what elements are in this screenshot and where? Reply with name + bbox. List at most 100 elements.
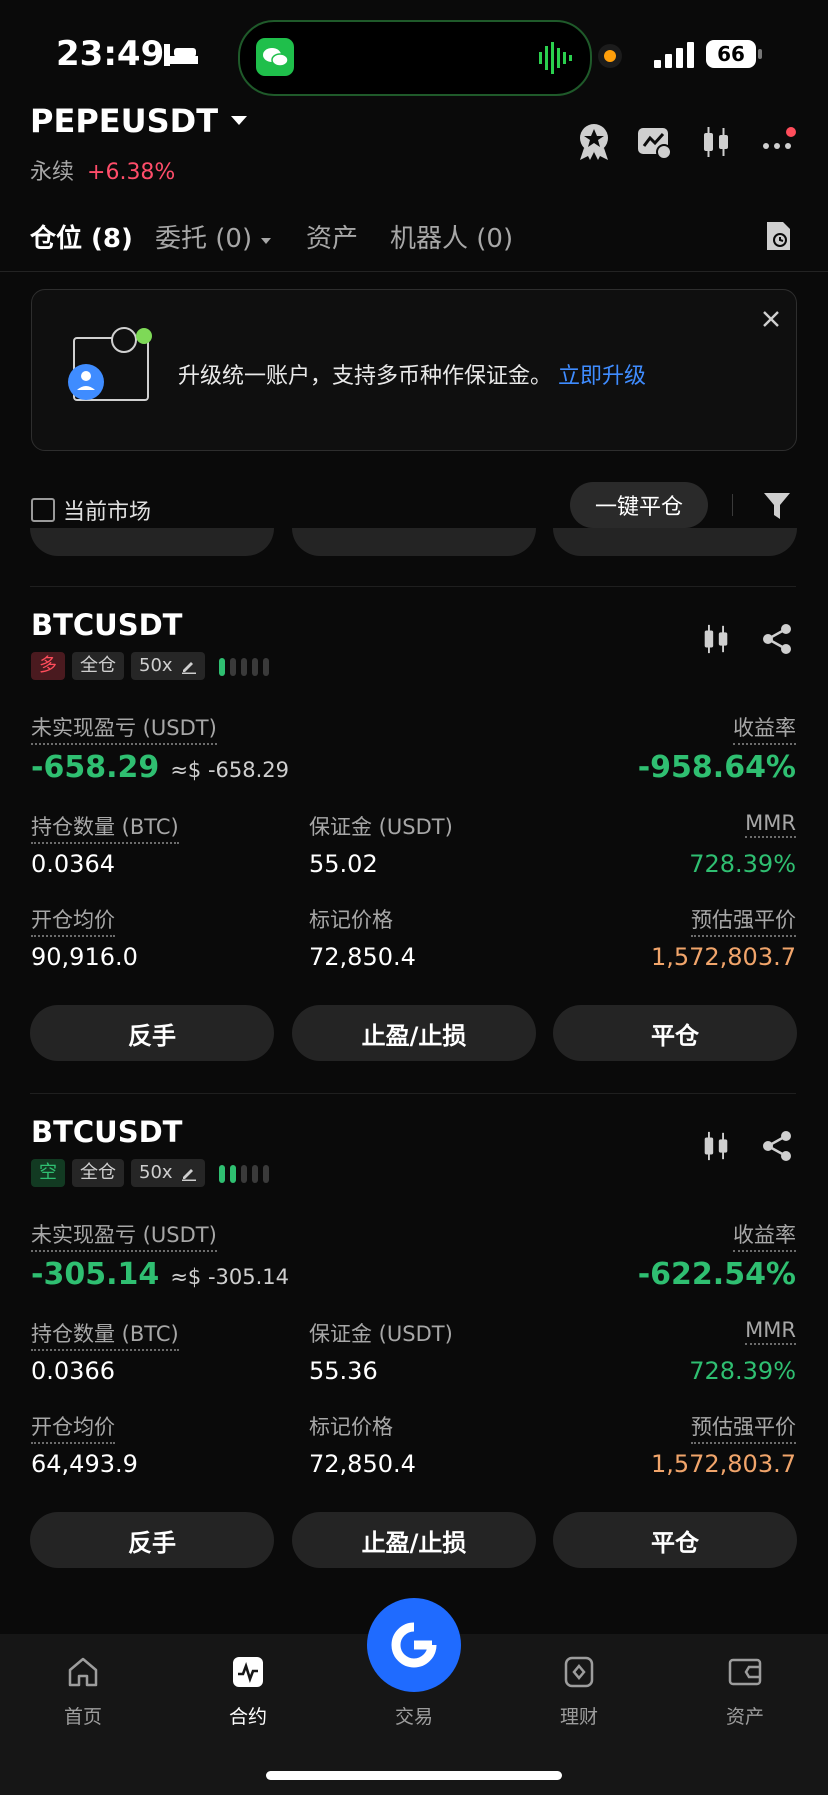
risk-bar (262, 658, 269, 676)
unrealized-pnl-label[interactable]: 未实现盈亏 (USDT) (31, 712, 217, 745)
liq-price-label[interactable]: 预估强平价 (691, 904, 796, 937)
edit-icon (181, 662, 196, 674)
battery-level: 66 (717, 42, 745, 66)
account-upgrade-icon (66, 324, 162, 418)
tp-sl-label: 止盈/止损 (361, 1528, 467, 1557)
previous-card-reverse-button[interactable] (30, 528, 274, 556)
nav-assets[interactable]: 资产 (675, 1650, 815, 1729)
upgrade-banner: 升级统一账户，支持多币种作保证金。 立即升级 (31, 289, 797, 451)
position-card: BTCUSDT 多 全仓 50x 未实现盈亏 (USDT) -658.29 ≈$… (0, 600, 828, 1080)
filter-icon[interactable] (760, 488, 794, 524)
leverage-badge[interactable]: 50x (131, 652, 205, 680)
symbol-title: PEPEUSDT (30, 102, 219, 140)
risk-bar (229, 1165, 236, 1183)
previous-card-tpsl-button[interactable] (292, 528, 536, 556)
mmr-label[interactable]: MMR (745, 1318, 796, 1345)
nav-label: 交易 (394, 1706, 433, 1728)
pnl-usd-value: ≈$ -305.14 (170, 1265, 290, 1289)
share-icon[interactable] (758, 620, 796, 658)
tab-assets[interactable]: 资产 (306, 218, 358, 255)
home-indicator (266, 1771, 562, 1780)
margin-mode-badge: 全仓 (72, 652, 124, 680)
mmr-value: 728.39% (689, 850, 796, 878)
leverage-value: 50x (139, 655, 173, 676)
pnl-value: -305.14 (31, 1257, 160, 1292)
tp-sl-label: 止盈/止损 (361, 1021, 467, 1050)
more-icon[interactable] (756, 120, 800, 164)
quantity-value: 0.0364 (31, 850, 115, 878)
edit-icon (181, 1169, 196, 1181)
pnl-usd-value: ≈$ -658.29 (170, 758, 290, 782)
leverage-value: 50x (139, 1162, 173, 1183)
mmr-value: 728.39% (689, 1357, 796, 1385)
current-market-filter[interactable]: 当前市场 (31, 494, 151, 526)
roe-label[interactable]: 收益率 (733, 712, 796, 745)
tab-label: 机器人 (0) (390, 224, 514, 254)
position-symbol: BTCUSDT (31, 608, 183, 642)
reverse-button[interactable]: 反手 (30, 1005, 274, 1061)
checkbox[interactable] (31, 498, 55, 522)
card-divider (30, 586, 796, 587)
chevron-down-icon (230, 112, 248, 131)
upgrade-link[interactable]: 立即升级 (558, 364, 646, 389)
contract-type: 永续 (30, 160, 75, 185)
history-record-icon[interactable] (760, 216, 796, 256)
risk-meter (218, 656, 274, 676)
banner-message: 升级统一账户，支持多币种作保证金。 立即升级 (178, 358, 646, 390)
price-change: +6.38% (87, 160, 176, 185)
previous-card-close-button[interactable] (553, 528, 797, 556)
cellular-signal-icon (654, 42, 696, 72)
candlestick-icon[interactable] (694, 120, 738, 164)
nav-trade[interactable]: 交易 (344, 1650, 484, 1729)
tabs-divider (0, 271, 828, 272)
risk-bar (251, 658, 258, 676)
tab-bots[interactable]: 机器人 (0) (390, 218, 513, 255)
current-market-label: 当前市场 (63, 500, 152, 525)
nav-home[interactable]: 首页 (13, 1650, 153, 1729)
tp-sl-button[interactable]: 止盈/止损 (292, 1005, 536, 1061)
roe-label[interactable]: 收益率 (733, 1219, 796, 1252)
mmr-label[interactable]: MMR (745, 811, 796, 838)
reverse-button[interactable]: 反手 (30, 1512, 274, 1568)
liq-price-value: 1,572,803.7 (650, 943, 796, 971)
home-icon (13, 1650, 153, 1694)
margin-label: 保证金 (USDT) (309, 815, 453, 839)
tab-positions[interactable]: 仓位 (8) (30, 218, 133, 255)
entry-price-value: 90,916.0 (31, 943, 138, 971)
position-card: BTCUSDT 空 全仓 50x 未实现盈亏 (USDT) -305.14 ≈$… (0, 1107, 828, 1587)
quantity-label[interactable]: 持仓数量 (BTC) (31, 1318, 179, 1351)
close-position-button[interactable]: 平仓 (553, 1512, 797, 1568)
unrealized-pnl: -305.14 ≈$ -305.14 (31, 1257, 289, 1292)
quantity-label[interactable]: 持仓数量 (BTC) (31, 811, 179, 844)
tab-label: 委托 (0) (155, 224, 253, 254)
reverse-label: 反手 (128, 1528, 176, 1557)
chart-calc-icon[interactable] (632, 120, 676, 164)
symbol-selector[interactable]: PEPEUSDT (30, 102, 248, 140)
futures-icon (178, 1650, 318, 1694)
risk-bar (240, 658, 247, 676)
mark-price-label: 标记价格 (309, 1415, 393, 1439)
liq-price-label[interactable]: 预估强平价 (691, 1411, 796, 1444)
quantity-value: 0.0366 (31, 1357, 115, 1385)
mark-price-value: 72,850.4 (309, 943, 416, 971)
share-icon[interactable] (758, 1127, 796, 1165)
close-position-button[interactable]: 平仓 (553, 1005, 797, 1061)
wechat-icon (256, 38, 294, 76)
entry-price-label[interactable]: 开仓均价 (31, 904, 115, 937)
close-icon[interactable] (756, 304, 786, 334)
close-all-label: 一键平仓 (594, 495, 683, 520)
position-tags: 多 全仓 50x (31, 652, 274, 680)
nav-futures[interactable]: 合约 (178, 1650, 318, 1729)
candlestick-icon[interactable] (698, 1127, 734, 1165)
tab-orders[interactable]: 委托 (0) (155, 218, 272, 255)
pnl-value: -658.29 (31, 750, 160, 785)
close-all-button[interactable]: 一键平仓 (570, 482, 708, 528)
tab-label: 资产 (306, 224, 359, 254)
tp-sl-button[interactable]: 止盈/止损 (292, 1512, 536, 1568)
candlestick-icon[interactable] (698, 620, 734, 658)
badge-icon[interactable] (572, 120, 616, 164)
leverage-badge[interactable]: 50x (131, 1159, 205, 1187)
entry-price-label[interactable]: 开仓均价 (31, 1411, 115, 1444)
nav-earn[interactable]: 理财 (509, 1650, 649, 1729)
unrealized-pnl-label[interactable]: 未实现盈亏 (USDT) (31, 1219, 217, 1252)
